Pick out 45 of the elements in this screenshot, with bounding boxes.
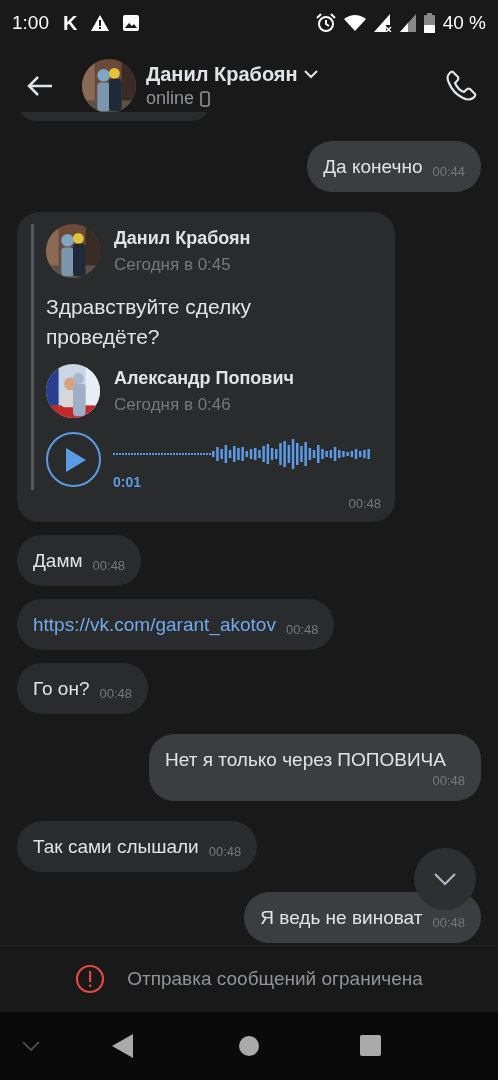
online-status: online <box>146 88 195 109</box>
message-time: 00:48 <box>208 844 242 860</box>
call-button[interactable] <box>444 69 478 103</box>
message-link[interactable]: https://vk.com/garant_akotov <box>33 612 276 638</box>
recents-icon[interactable] <box>360 1035 382 1057</box>
clock-time: 1:00 <box>12 12 49 34</box>
message-time: 00:48 <box>348 496 381 512</box>
play-button[interactable] <box>46 432 101 487</box>
alarm-icon <box>315 13 336 33</box>
message-time: 00:48 <box>285 622 319 638</box>
wifi-icon <box>343 15 366 31</box>
message-time: 00:44 <box>432 164 465 180</box>
message-text: Здравствуйте сделку проведёте? <box>46 294 253 350</box>
signal-icon <box>373 14 392 32</box>
message-time: 00:48 <box>99 686 133 702</box>
signal-icon <box>399 14 416 32</box>
message-text: Го он? <box>33 677 90 701</box>
mobile-phone-icon <box>200 90 211 107</box>
chevron-down-icon <box>433 872 457 886</box>
image-icon <box>123 15 140 31</box>
author-name: Данил Крабоян <box>114 227 251 249</box>
home-icon[interactable] <box>238 1035 260 1057</box>
message-time: 00:48 <box>92 558 126 574</box>
message-date: Сегодня в 0:45 <box>114 254 232 275</box>
restriction-notice: Отправка сообщений ограничена <box>127 968 423 990</box>
app-notification-letter: K <box>63 11 78 35</box>
message-text: Дамм <box>33 549 83 573</box>
play-icon <box>65 447 86 472</box>
message-time: 00:48 <box>432 915 465 931</box>
contact-name[interactable]: Данил Крабоян <box>146 63 298 86</box>
message-time: 00:48 <box>432 773 465 789</box>
battery-icon <box>423 13 435 33</box>
phone-icon <box>445 70 477 102</box>
message-text: Так сами слышали <box>33 835 199 859</box>
back-arrow-icon <box>27 75 53 97</box>
back-icon[interactable] <box>112 1034 134 1058</box>
warning-icon <box>91 15 110 31</box>
battery-percentage: 40 % <box>442 12 486 34</box>
message-text: Да конечно <box>323 155 423 179</box>
warning-circle-icon <box>75 964 106 994</box>
message-date: Сегодня в 0:46 <box>114 394 232 415</box>
message-text: Я ведь не виноват <box>260 906 423 930</box>
voice-duration: 0:01 <box>113 474 143 490</box>
message-text: Нет я только через ПОПОВИЧА <box>165 748 446 772</box>
author-name: Александр Попович <box>114 367 294 389</box>
